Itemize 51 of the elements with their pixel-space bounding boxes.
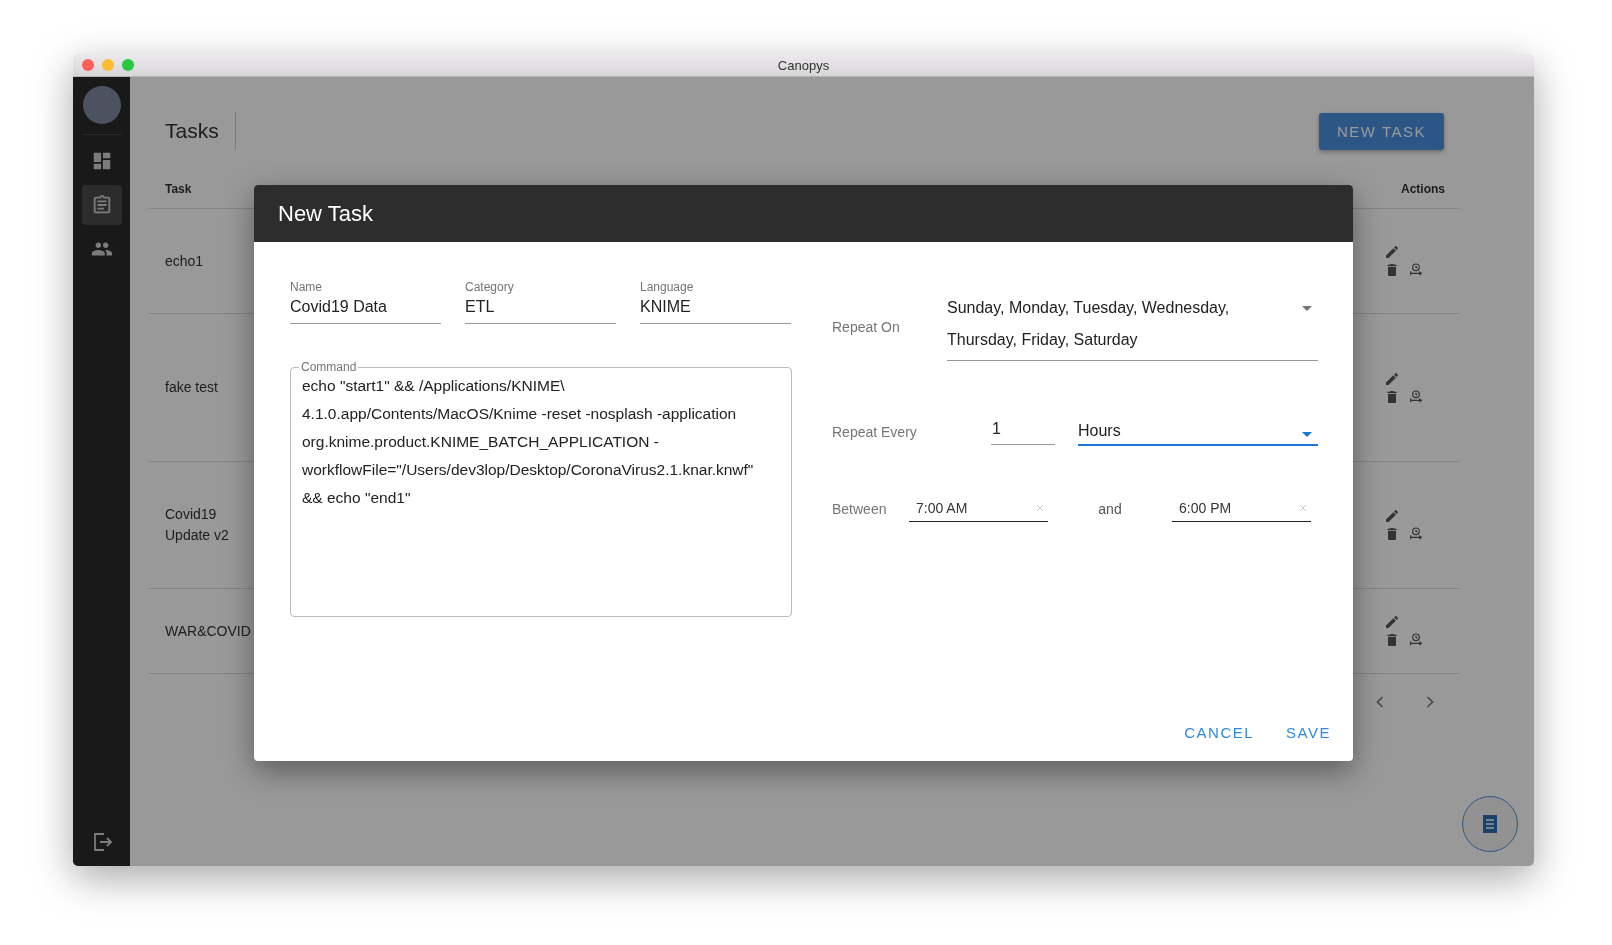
field-label: Between	[832, 501, 888, 517]
pencil-icon[interactable]	[1384, 244, 1400, 260]
trash-icon[interactable]	[1384, 632, 1400, 648]
pencil-icon[interactable]	[1384, 508, 1400, 524]
dialog-button[interactable]: CANCEL	[1172, 716, 1267, 749]
page-title: Tasks	[165, 119, 219, 143]
column-header: Task	[164, 182, 192, 196]
field-label: Name	[290, 280, 323, 294]
trash-icon[interactable]	[1384, 262, 1400, 278]
table-cell-text: echo1	[164, 251, 205, 271]
table-cell-text: WAR&COVID	[164, 621, 252, 641]
close-window-button[interactable]	[82, 59, 94, 71]
days-select[interactable]: Sunday, Monday, Tuesday, Wednesday, Thursday, Friday, Saturday	[947, 292, 1318, 361]
command-field[interactable]	[290, 360, 792, 617]
avatar	[82, 86, 121, 124]
text-field[interactable]: KNIME	[640, 294, 791, 324]
caret-icon	[1302, 432, 1312, 437]
select-value: Sunday, Monday, Tuesday, Wednesday, Thursday, Friday, Saturday	[947, 298, 1231, 350]
clock-arrow-icon[interactable]	[1408, 526, 1424, 542]
sidebar-item[interactable]	[81, 185, 122, 225]
unit-select[interactable]: Hours	[1078, 418, 1318, 446]
clock-arrow-icon[interactable]	[1408, 632, 1424, 648]
command-text: echo "start1" && /Applications/KNIME\ 4.1.0.app/Contents/MacOS/Knime -reset -nosplash -application org.knime.product.KNIME_BATCH_APPLICATION -workflowFile="/Users/dev3lop/Desktop/CoronaVirus2.1.knar.knwf" && echo "end1"	[302, 376, 755, 508]
time-field[interactable]: 6:00 PM	[1172, 496, 1311, 522]
field-label: Repeat On	[832, 318, 901, 335]
floating-action-button[interactable]	[1462, 796, 1518, 852]
number-field[interactable]: 1	[991, 419, 1055, 445]
dialog-button[interactable]: SAVE	[1274, 716, 1343, 749]
trash-icon[interactable]	[1384, 388, 1400, 405]
select-value: Hours	[1078, 421, 1121, 441]
joiner-label: and	[1097, 501, 1123, 517]
table-cell-text: Covid19 Update v2	[164, 505, 230, 545]
pencil-icon[interactable]	[1384, 614, 1400, 630]
clock-arrow-icon[interactable]	[1408, 388, 1424, 405]
field-label: Repeat Every	[832, 424, 918, 440]
field-label: Language	[640, 280, 695, 294]
clock-arrow-icon[interactable]	[1408, 262, 1424, 278]
time-value: 7:00 AM	[916, 500, 968, 516]
time-value: 6:00 PM	[1179, 500, 1232, 516]
time-field[interactable]: 7:00 AM	[909, 496, 1048, 522]
caret-icon	[1302, 306, 1312, 311]
text-field[interactable]: Covid19 Data	[290, 294, 441, 324]
trash-icon[interactable]	[1384, 526, 1400, 542]
column-header: Actions	[1401, 182, 1446, 196]
pencil-icon[interactable]	[1384, 370, 1400, 387]
table-cell-text: fake test	[164, 378, 219, 397]
window-title: Canopys	[776, 57, 831, 73]
text-field[interactable]: ETL	[465, 294, 616, 324]
field-label: Category	[465, 280, 515, 294]
field-label: Command	[300, 360, 358, 374]
dialog-title: New Task	[278, 200, 373, 227]
